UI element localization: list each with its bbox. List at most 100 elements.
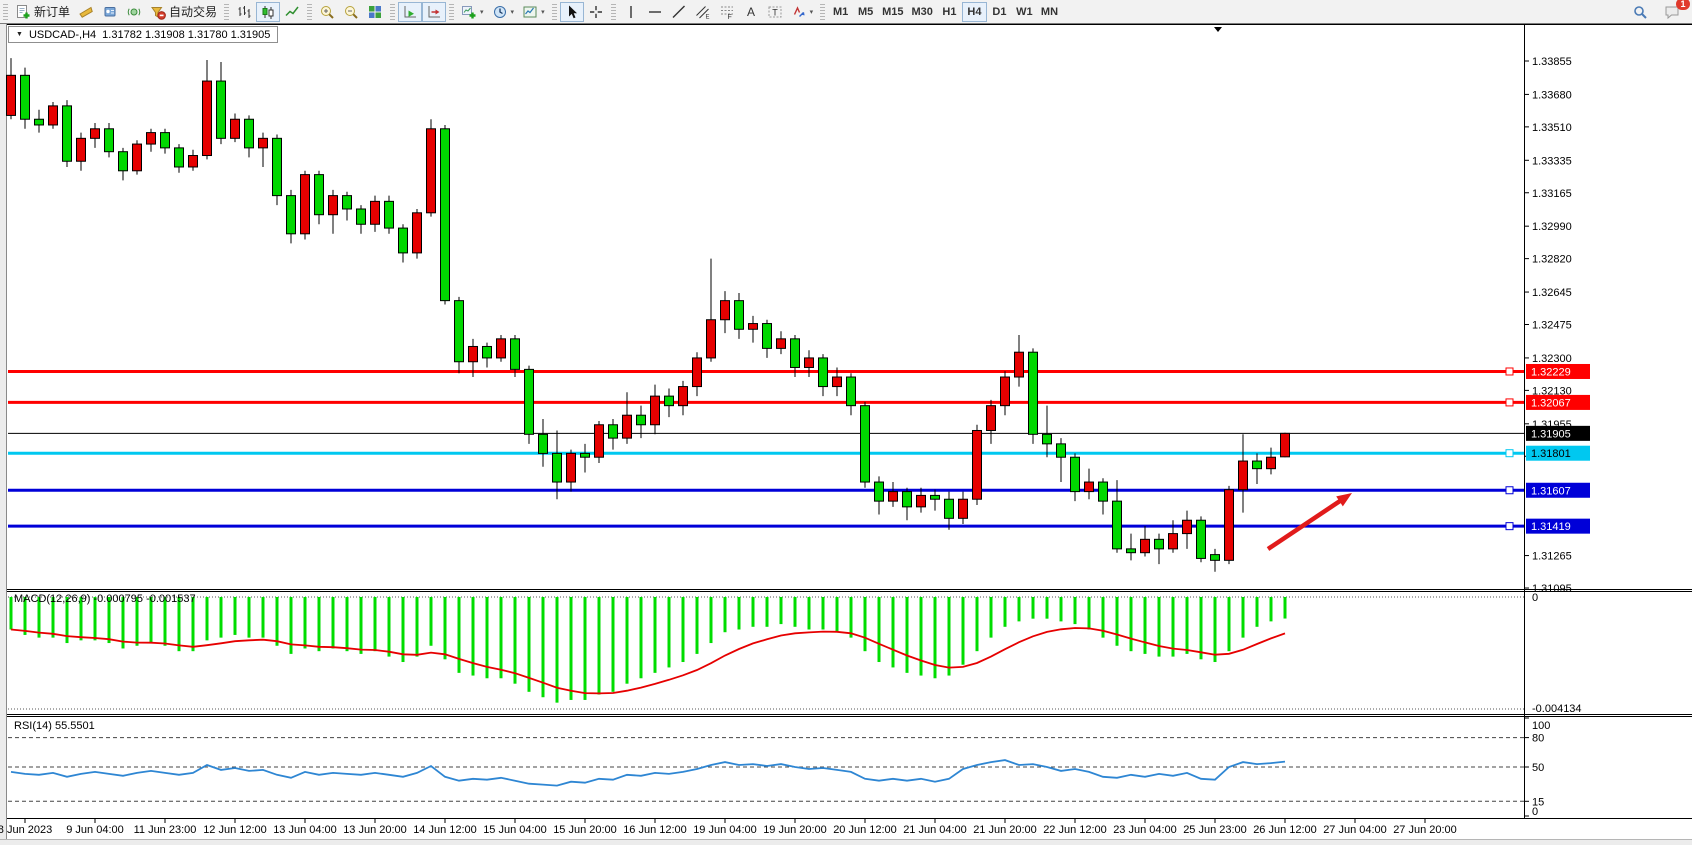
- chevron-down-icon[interactable]: ▾: [511, 8, 515, 16]
- vline-button[interactable]: [619, 2, 643, 22]
- chart-shift-marker[interactable]: [1214, 27, 1222, 32]
- macd-histogram-bar: [682, 597, 685, 662]
- crosshair-button[interactable]: [584, 2, 608, 22]
- time-axis-label: 14 Jun 12:00: [413, 824, 477, 836]
- fibonacci-button[interactable]: F: [715, 2, 739, 22]
- periods-button[interactable]: ▾: [488, 2, 519, 22]
- time-axis-label: 15 Jun 04:00: [483, 824, 547, 836]
- macd-histogram-bar: [892, 597, 895, 667]
- macd-histogram-bar: [570, 597, 573, 700]
- chevron-down-icon[interactable]: ▾: [541, 8, 545, 16]
- price-tag-label: 1.31419: [1531, 521, 1571, 533]
- horizontal-lines[interactable]: [8, 368, 1524, 530]
- chevron-down-icon[interactable]: ▾: [480, 8, 484, 16]
- new-order-button[interactable]: 新订单: [11, 2, 74, 22]
- candle: [609, 425, 618, 438]
- cursor-button[interactable]: [560, 2, 584, 22]
- macd-histogram-bar: [990, 597, 993, 638]
- timeframe-button-d1[interactable]: D1: [987, 2, 1012, 22]
- timeframe-button-h1[interactable]: H1: [937, 2, 962, 22]
- candle: [875, 482, 884, 501]
- sound-icon: [126, 4, 142, 20]
- macd-histogram-bar: [458, 597, 461, 673]
- time-axis-label: 21 Jun 04:00: [903, 824, 967, 836]
- toolbar-grip: [390, 4, 395, 20]
- chevron-down-icon[interactable]: ▾: [810, 8, 814, 16]
- search-button[interactable]: [1628, 2, 1652, 22]
- macd-indicator-label: MACD(12,26,9) -0.000795 -0.001537: [14, 593, 196, 605]
- zoom-out-button[interactable]: [339, 2, 363, 22]
- candle: [749, 324, 758, 330]
- line-anchor-marker[interactable]: [1506, 487, 1513, 494]
- metaeditor-button[interactable]: [98, 2, 122, 22]
- timeframe-button-mn[interactable]: MN: [1037, 2, 1062, 22]
- price-tag-label: 1.31801: [1531, 448, 1571, 460]
- line-anchor-marker[interactable]: [1506, 399, 1513, 406]
- templates-button[interactable]: ▾: [518, 2, 549, 22]
- timeframe-button-m5[interactable]: M5: [853, 2, 878, 22]
- main-toolbar: 新订单 自动交易 ▾ ▾ ▾ E F AT ▾ M1M5M15M30H1H4D1W1MN 1: [0, 0, 1692, 24]
- fibonacci-icon: F: [719, 4, 735, 20]
- time-axis-label: 8 Jun 2023: [0, 824, 52, 836]
- arrows-button[interactable]: ▾: [787, 2, 818, 22]
- chart-canvas[interactable]: 1.338551.336801.335101.333351.331651.329…: [0, 0, 1692, 845]
- rsi-pane: [8, 738, 1524, 802]
- label-button[interactable]: T: [763, 2, 787, 22]
- text-button[interactable]: A: [739, 2, 763, 22]
- zoom-in-button[interactable]: [315, 2, 339, 22]
- chart-shift-icon: [426, 4, 442, 20]
- autotrading-button[interactable]: 自动交易: [146, 2, 221, 22]
- new-chart-icon: [78, 4, 94, 20]
- chart-shift-button[interactable]: [422, 2, 446, 22]
- hline-button[interactable]: [643, 2, 667, 22]
- macd-histogram-bar: [948, 597, 951, 676]
- chart-dropdown-caret-icon[interactable]: ▼: [16, 31, 23, 38]
- channel-button[interactable]: E: [691, 2, 715, 22]
- rsi-indicator-label: RSI(14) 55.5501: [14, 720, 95, 732]
- candle: [203, 81, 212, 155]
- toolbar-grip: [3, 4, 8, 20]
- svg-text:E: E: [705, 14, 709, 20]
- trend-arrow-annotation[interactable]: [1268, 493, 1352, 549]
- toolbar-right-group: 1: [1628, 2, 1684, 22]
- macd-histogram-bar: [234, 597, 237, 635]
- autoscroll-button[interactable]: [398, 2, 422, 22]
- bars-button[interactable]: [232, 2, 256, 22]
- candle: [1155, 539, 1164, 549]
- line-anchor-marker[interactable]: [1506, 368, 1513, 375]
- line-chart-button[interactable]: [280, 2, 304, 22]
- macd-histogram-bar: [192, 597, 195, 651]
- new-chart-button[interactable]: [74, 2, 98, 22]
- notification-badge: 1: [1676, 0, 1690, 10]
- line-anchor-marker[interactable]: [1506, 523, 1513, 530]
- candle: [147, 133, 156, 144]
- timeframe-button-m1[interactable]: M1: [828, 2, 853, 22]
- line-anchor-marker[interactable]: [1506, 450, 1513, 457]
- timeframe-button-m15[interactable]: M15: [878, 2, 907, 22]
- timeframe-button-w1[interactable]: W1: [1012, 2, 1037, 22]
- zoom-out-icon: [343, 4, 359, 20]
- svg-text:F: F: [727, 14, 731, 20]
- chart-title-box[interactable]: ▼ USDCAD-,H4 1.31782 1.31908 1.31780 1.3…: [8, 26, 278, 43]
- trendline-button[interactable]: [667, 2, 691, 22]
- macd-histogram-bar: [920, 597, 923, 676]
- candle: [161, 133, 170, 148]
- candle: [441, 129, 450, 301]
- candle: [1001, 377, 1010, 406]
- timeframe-button-h4[interactable]: H4: [962, 2, 987, 22]
- tile-windows-button[interactable]: [363, 2, 387, 22]
- channel-icon: E: [695, 4, 711, 20]
- macd-histogram-bar: [850, 597, 853, 638]
- notifications-button[interactable]: 1: [1660, 2, 1684, 22]
- macd-histogram-bar: [808, 597, 811, 630]
- timeframe-button-m30[interactable]: M30: [908, 2, 937, 22]
- candle: [917, 495, 926, 506]
- indicators-button[interactable]: ▾: [457, 2, 488, 22]
- vline-icon: [623, 4, 639, 20]
- candles-button[interactable]: [256, 2, 280, 22]
- sound-button[interactable]: [122, 2, 146, 22]
- macd-histogram-bar: [752, 597, 755, 627]
- candle: [539, 434, 548, 453]
- macd-histogram-bar: [430, 597, 433, 646]
- svg-text:A: A: [747, 5, 755, 19]
